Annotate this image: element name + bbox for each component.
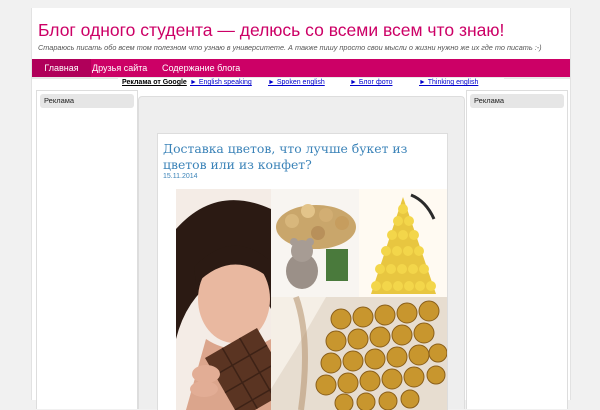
site-description: Стараюсь писать обо всем том полезном чт…	[38, 43, 542, 52]
page: Блог одного студента — делюсь со всеми в…	[31, 8, 571, 410]
ad-link-blog-photo[interactable]: ► Блог фото	[350, 78, 392, 88]
post: Доставка цветов, что лучше букет из цвет…	[157, 133, 448, 410]
ad-link-english-speaking[interactable]: ► English speaking	[190, 78, 252, 88]
right-sidebar-title: Реклама	[474, 96, 505, 105]
nav-item-friends[interactable]: Друзья сайта	[89, 59, 147, 77]
post-title[interactable]: Доставка цветов, что лучше букет из цвет…	[163, 141, 448, 173]
left-sidebar-title: Реклама	[44, 96, 75, 105]
content-area: Доставка цветов, что лучше букет из цвет…	[138, 96, 465, 410]
main-nav: Главная Друзья сайта Содержание блога	[32, 59, 570, 79]
left-sidebar: Реклама	[36, 90, 138, 409]
ad-link-thinking-english[interactable]: ► Thinking english	[419, 78, 478, 88]
post-date: 15.11.2014	[163, 173, 198, 180]
post-image	[176, 189, 447, 410]
left-sidebar-heading: Реклама	[40, 94, 134, 108]
nav-item-home[interactable]: Главная	[32, 59, 91, 77]
ad-link-spoken-english[interactable]: ► Spoken english	[268, 78, 325, 88]
ad-links-bar: Реклама от Google ► English speaking ► S…	[118, 78, 504, 88]
nav-item-contents[interactable]: Содержание блога	[162, 59, 240, 77]
right-sidebar-heading: Реклама	[470, 94, 564, 108]
site-title[interactable]: Блог одного студента — делюсь со всеми в…	[38, 20, 504, 41]
ad-label[interactable]: Реклама от Google	[122, 78, 187, 88]
right-sidebar: Реклама	[466, 90, 568, 409]
